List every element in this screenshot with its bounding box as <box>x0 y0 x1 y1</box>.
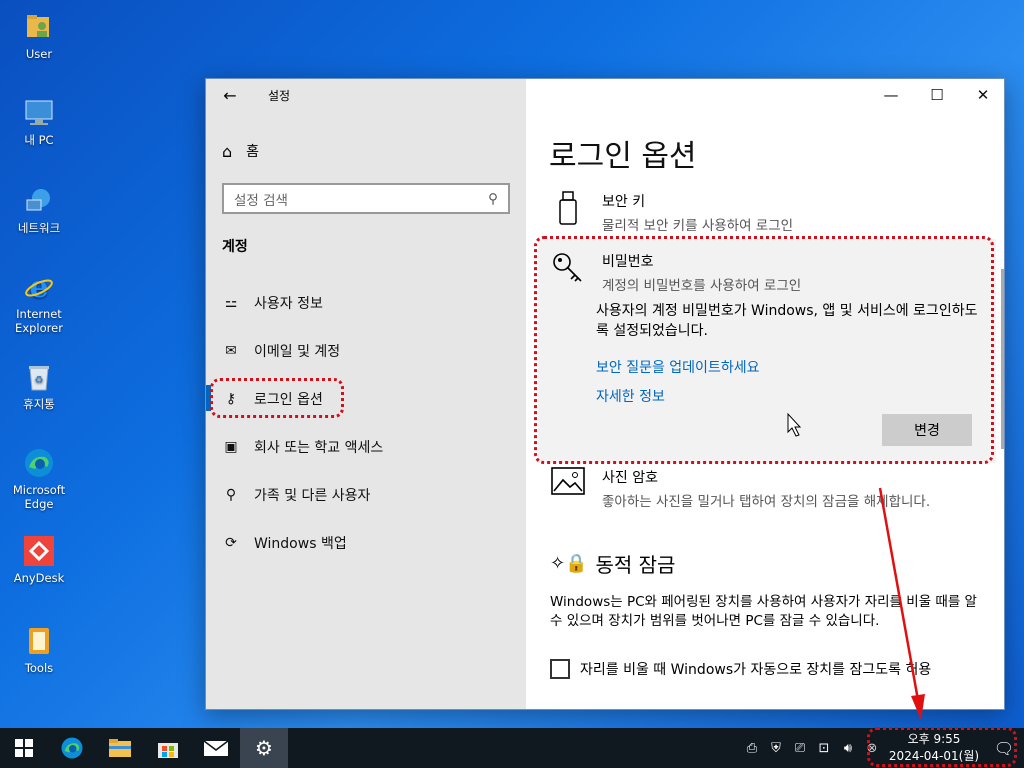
arrow-left-icon: ← <box>223 86 236 105</box>
title-bar: ← 설정 <box>206 79 526 111</box>
nav-home[interactable]: ⌂ 홈 <box>222 141 259 161</box>
edge-icon <box>22 446 56 480</box>
settings-window: ← 설정 ⌂ 홈 설정 검색 ⚲ 계정 ⚍ 사용자 정보 ✉ 이메일 및 계정 … <box>205 78 1005 710</box>
taskbar-store[interactable] <box>144 728 192 768</box>
store-icon <box>157 737 179 759</box>
taskbar-mail[interactable] <box>192 728 240 768</box>
folder-user-icon <box>22 10 56 44</box>
section-heading: 계정 <box>222 236 248 256</box>
recycle-bin-icon: ♻ <box>22 360 56 394</box>
volume-icon[interactable]: 🔊︎ <box>836 741 860 756</box>
sidebar-item-label: 이메일 및 계정 <box>254 341 340 361</box>
dynamic-lock-checkbox[interactable] <box>550 659 570 679</box>
minimize-icon: — <box>884 86 899 104</box>
sidebar-item-backup[interactable]: ⟳ Windows 백업 <box>222 525 347 561</box>
start-button[interactable] <box>0 728 48 768</box>
svg-text:♻: ♻ <box>35 375 44 386</box>
dynamic-lock-checkbox-label: 자리를 비울 때 Windows가 자동으로 장치를 잠그도록 허용 <box>580 659 931 679</box>
dynamic-lock-description: Windows는 PC와 페어링된 장치를 사용하여 사용자가 자리를 비울 때… <box>550 593 980 631</box>
desktop-icon-network[interactable]: 네트워크 <box>6 184 72 235</box>
window-title: 설정 <box>268 87 290 104</box>
taskbar-settings[interactable]: ⚙ <box>240 728 288 768</box>
dynamic-lock-checkbox-row[interactable]: 자리를 비울 때 Windows가 자동으로 장치를 잠그도록 허용 <box>550 659 931 679</box>
start-icon <box>15 739 33 757</box>
desktop-icon-label: Tools <box>25 661 53 675</box>
desktop-icon-label: 내 PC <box>24 133 53 147</box>
user-info-icon: ⚍ <box>222 295 240 311</box>
sidebar-item-label: 사용자 정보 <box>254 293 323 313</box>
desktop-icon-label: Internet Explorer <box>15 307 63 335</box>
meet-icon[interactable]: ⎚ <box>788 741 812 756</box>
mail-icon <box>203 738 229 758</box>
desktop-icon-label: 휴지통 <box>23 397 55 411</box>
scrollbar[interactable] <box>1001 269 1004 449</box>
file-explorer-icon <box>108 737 132 759</box>
sidebar-item-family[interactable]: ⚲ 가족 및 다른 사용자 <box>222 477 370 513</box>
shield-icon[interactable]: ⛨ <box>764 741 788 756</box>
desktop-icon-tools[interactable]: Tools <box>6 624 72 675</box>
minimize-button[interactable]: — <box>868 79 914 111</box>
usb-key-icon <box>550 191 586 234</box>
sidebar-item-work-school[interactable]: ▣ 회사 또는 학교 액세스 <box>222 429 383 465</box>
option-title: 사진 암호 <box>602 467 930 487</box>
desktop-icon-ie[interactable]: e Internet Explorer <box>6 270 72 335</box>
desktop-icon-my-pc[interactable]: 내 PC <box>6 96 72 147</box>
dynamic-lock-heading: ✧🔒 동적 잠금 <box>550 549 675 578</box>
desktop-icon-label: Microsoft Edge <box>13 483 65 511</box>
mail-icon: ✉ <box>222 343 240 359</box>
network-icon <box>22 184 56 218</box>
desktop-icon-label: 네트워크 <box>18 221 60 235</box>
taskbar-file-explorer[interactable] <box>96 728 144 768</box>
edge-icon <box>60 736 84 760</box>
settings-sidebar: ← 설정 ⌂ 홈 설정 검색 ⚲ 계정 ⚍ 사용자 정보 ✉ 이메일 및 계정 … <box>206 79 526 709</box>
settings-content: — ☐ ✕ 로그인 옵션 보안 키 물리적 보안 키를 사용하여 로그인 비밀번… <box>526 79 1005 709</box>
close-button[interactable]: ✕ <box>960 79 1005 111</box>
desktop-icon-edge[interactable]: Microsoft Edge <box>6 446 72 511</box>
sidebar-item-label: Windows 백업 <box>254 533 347 553</box>
sidebar-item-user-info[interactable]: ⚍ 사용자 정보 <box>222 285 323 321</box>
desktop-icon-label: AnyDesk <box>14 571 65 585</box>
tools-icon <box>22 624 56 658</box>
option-title: 보안 키 <box>602 191 793 211</box>
dynamic-lock-title: 동적 잠금 <box>596 549 676 578</box>
option-subtitle: 물리적 보안 키를 사용하여 로그인 <box>602 214 793 234</box>
desktop-icon-recycle-bin[interactable]: ♻ 휴지통 <box>6 360 72 411</box>
search-placeholder: 설정 검색 <box>234 189 288 209</box>
computer-icon <box>22 96 56 130</box>
sidebar-item-label: 가족 및 다른 사용자 <box>254 485 370 505</box>
internet-explorer-icon: e <box>22 270 56 304</box>
anydesk-icon <box>22 534 56 568</box>
desktop-icon-label: User <box>26 47 52 61</box>
desktop-icon-user[interactable]: User <box>6 10 72 61</box>
option-picture-password[interactable]: 사진 암호 좋아하는 사진을 밀거나 탭하여 장치의 잠금을 해제합니다. <box>550 467 930 510</box>
close-icon: ✕ <box>977 86 990 104</box>
back-button[interactable]: ← <box>206 79 254 111</box>
home-icon: ⌂ <box>222 142 232 161</box>
search-input[interactable]: 설정 검색 ⚲ <box>222 183 510 214</box>
maximize-icon: ☐ <box>930 86 943 104</box>
desktop-icon-anydesk[interactable]: AnyDesk <box>6 534 72 585</box>
option-subtitle: 좋아하는 사진을 밀거나 탭하여 장치의 잠금을 해제합니다. <box>602 490 930 510</box>
search-icon: ⚲ <box>488 191 498 207</box>
picture-icon <box>550 467 586 510</box>
add-user-icon: ⚲ <box>222 487 240 503</box>
page-title: 로그인 옵션 <box>549 131 697 175</box>
usb-icon[interactable]: ⎙ <box>740 741 764 756</box>
sidebar-item-email[interactable]: ✉ 이메일 및 계정 <box>222 333 340 369</box>
highlight-annotation <box>210 378 344 418</box>
lock-sparkle-icon: ✧🔒 <box>550 553 588 574</box>
highlight-annotation <box>867 727 1017 767</box>
nav-home-label: 홈 <box>246 141 259 161</box>
taskbar-edge[interactable] <box>48 728 96 768</box>
network-icon[interactable]: ⊡ <box>812 741 836 756</box>
settings-icon: ⚙ <box>255 736 273 760</box>
sync-icon: ⟳ <box>222 535 240 551</box>
option-security-key[interactable]: 보안 키 물리적 보안 키를 사용하여 로그인 <box>550 191 793 234</box>
sidebar-item-label: 회사 또는 학교 액세스 <box>254 437 383 457</box>
highlight-annotation <box>534 236 994 464</box>
maximize-button[interactable]: ☐ <box>914 79 960 111</box>
briefcase-icon: ▣ <box>222 439 240 455</box>
